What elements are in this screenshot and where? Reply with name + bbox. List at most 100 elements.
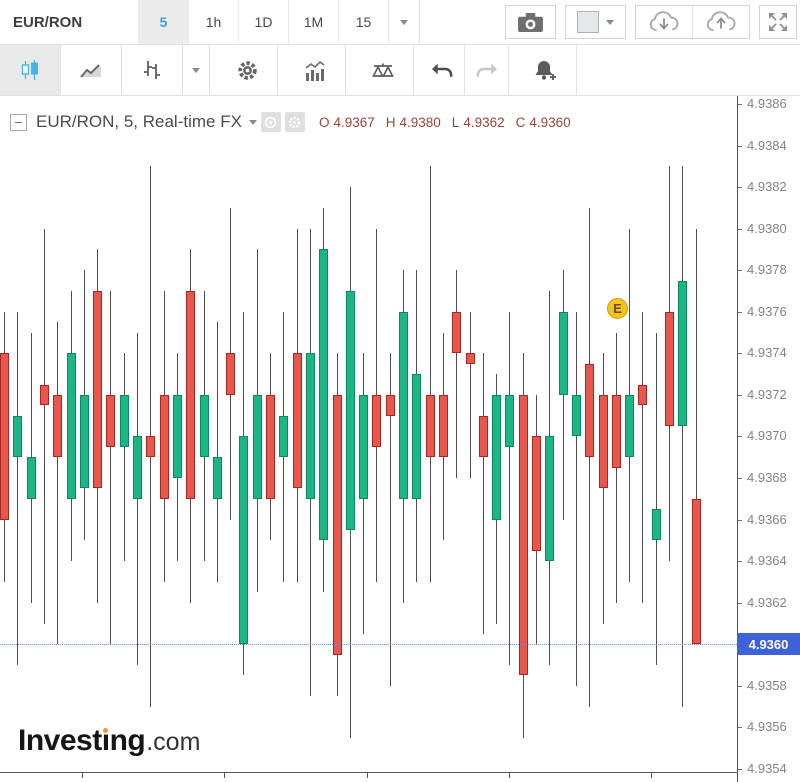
scales-icon	[371, 61, 395, 80]
y-axis-label: 4.9378	[747, 263, 787, 277]
candle-body	[652, 509, 661, 540]
logo-orange-dot-i: ı	[102, 724, 110, 757]
y-axis-label: 4.9370	[747, 429, 787, 443]
chevron-down-icon	[192, 68, 200, 73]
candle-body	[146, 436, 155, 457]
open-label: O	[319, 115, 330, 130]
y-tick-mark	[738, 727, 742, 728]
candle-body	[492, 395, 501, 520]
candle-body	[625, 395, 634, 457]
interval-button-15[interactable]: 15	[339, 0, 389, 44]
fullscreen-icon	[768, 12, 788, 32]
candle-body	[106, 395, 115, 447]
candle-wick	[17, 312, 18, 665]
interval-button-1h[interactable]: 1h	[189, 0, 239, 44]
candle-body	[173, 395, 182, 478]
area-style-button[interactable]	[60, 45, 121, 95]
candle-body	[0, 353, 9, 520]
y-tick-mark	[738, 104, 742, 105]
candle-body	[665, 312, 674, 426]
ohlc-readout: O4.9367 H4.9380 L4.9362 C4.9360	[319, 115, 571, 130]
cloud-download-button[interactable]	[636, 6, 692, 38]
legend-collapse-button[interactable]	[10, 114, 27, 131]
compare-button[interactable]	[353, 45, 413, 95]
candle-wick	[470, 312, 471, 478]
candle-body	[200, 395, 209, 457]
settings-button[interactable]	[217, 45, 277, 95]
candlestick-style-button[interactable]	[0, 45, 60, 95]
interval-button-1M[interactable]: 1M	[289, 0, 339, 44]
bar-style-dropdown-button[interactable]	[182, 45, 209, 95]
event-marker[interactable]: E	[607, 298, 628, 319]
y-tick-mark	[738, 395, 742, 396]
y-axis-label: 4.9386	[747, 97, 787, 111]
candle-wick	[616, 333, 617, 603]
candle-body	[67, 353, 76, 499]
y-tick-mark	[738, 353, 742, 354]
candle-body	[133, 436, 142, 499]
candle-wick	[137, 333, 138, 665]
intervals-dropdown-button[interactable]	[389, 0, 419, 44]
candle-body	[426, 395, 435, 457]
legend-title-group[interactable]: EUR/RON, 5, Real-time FX	[27, 112, 257, 132]
snapshot-button[interactable]	[506, 6, 555, 38]
add-alert-button[interactable]	[516, 45, 576, 95]
y-tick-mark	[738, 603, 742, 604]
legend-settings-button[interactable]	[285, 112, 305, 132]
high-value: 4.9380	[400, 115, 441, 130]
time-scale[interactable]	[0, 773, 737, 782]
chevron-down-icon	[606, 20, 614, 25]
symbol-interval-group: EUR/RON 51h1D1M15	[0, 0, 420, 44]
redo-button[interactable]	[464, 45, 508, 95]
y-axis-label: 4.9374	[747, 346, 787, 360]
y-axis-label: 4.9376	[747, 305, 787, 319]
bar-style-button[interactable]	[121, 45, 182, 95]
y-axis-label: 4.9362	[747, 596, 787, 610]
candle-body	[692, 499, 701, 644]
y-axis-label: 4.9380	[747, 222, 787, 236]
last-price-badge: 4.9360	[737, 633, 800, 655]
symbol-input[interactable]: EUR/RON	[0, 0, 139, 44]
indicators-button[interactable]	[285, 45, 345, 95]
tools-toolbar	[0, 45, 800, 96]
candle-wick	[642, 312, 643, 603]
candle-body	[13, 416, 22, 457]
candle-body	[638, 385, 647, 405]
y-tick-mark	[738, 769, 742, 770]
candle-body	[160, 395, 169, 499]
cloud-upload-button[interactable]	[692, 6, 749, 38]
candle-body	[40, 385, 49, 405]
candle-body	[545, 436, 554, 561]
price-scale[interactable]: 4.93864.93844.93824.93804.93784.93764.93…	[737, 96, 800, 782]
candle-body	[678, 281, 687, 426]
candle-body	[399, 312, 408, 499]
fullscreen-button[interactable]	[760, 6, 796, 38]
circle-dot-icon	[263, 115, 278, 130]
chart-style-swatch-button[interactable]	[566, 6, 625, 38]
gear-icon	[287, 115, 302, 130]
interval-button-5[interactable]: 5	[139, 0, 189, 44]
candle-body	[319, 249, 328, 540]
interval-button-1D[interactable]: 1D	[239, 0, 289, 44]
logo-brand: Investıng	[18, 724, 145, 758]
low-label: L	[452, 115, 460, 130]
candle-wick	[603, 353, 604, 624]
undo-arrow-icon	[431, 61, 454, 79]
undo-button[interactable]	[421, 45, 464, 95]
chevron-down-icon	[400, 20, 408, 25]
candle-body	[93, 291, 102, 488]
top-toolbar-right	[505, 0, 800, 44]
candle-body	[306, 353, 315, 499]
legend-target-button[interactable]	[261, 112, 281, 132]
candlestick-icon	[19, 59, 41, 81]
candle-body	[53, 395, 62, 457]
chart-title: EUR/RON, 5, Real-time FX	[36, 112, 242, 132]
chevron-down-icon	[249, 120, 257, 125]
candle-wick	[589, 208, 590, 707]
candle-wick	[217, 322, 218, 582]
chart-widget: EUR/RON 51h1D1M15	[0, 0, 800, 782]
candle-body	[279, 416, 288, 457]
candle-body	[333, 395, 342, 655]
y-axis-label: 4.9372	[747, 388, 787, 402]
candle-plot-area[interactable]	[0, 96, 737, 782]
